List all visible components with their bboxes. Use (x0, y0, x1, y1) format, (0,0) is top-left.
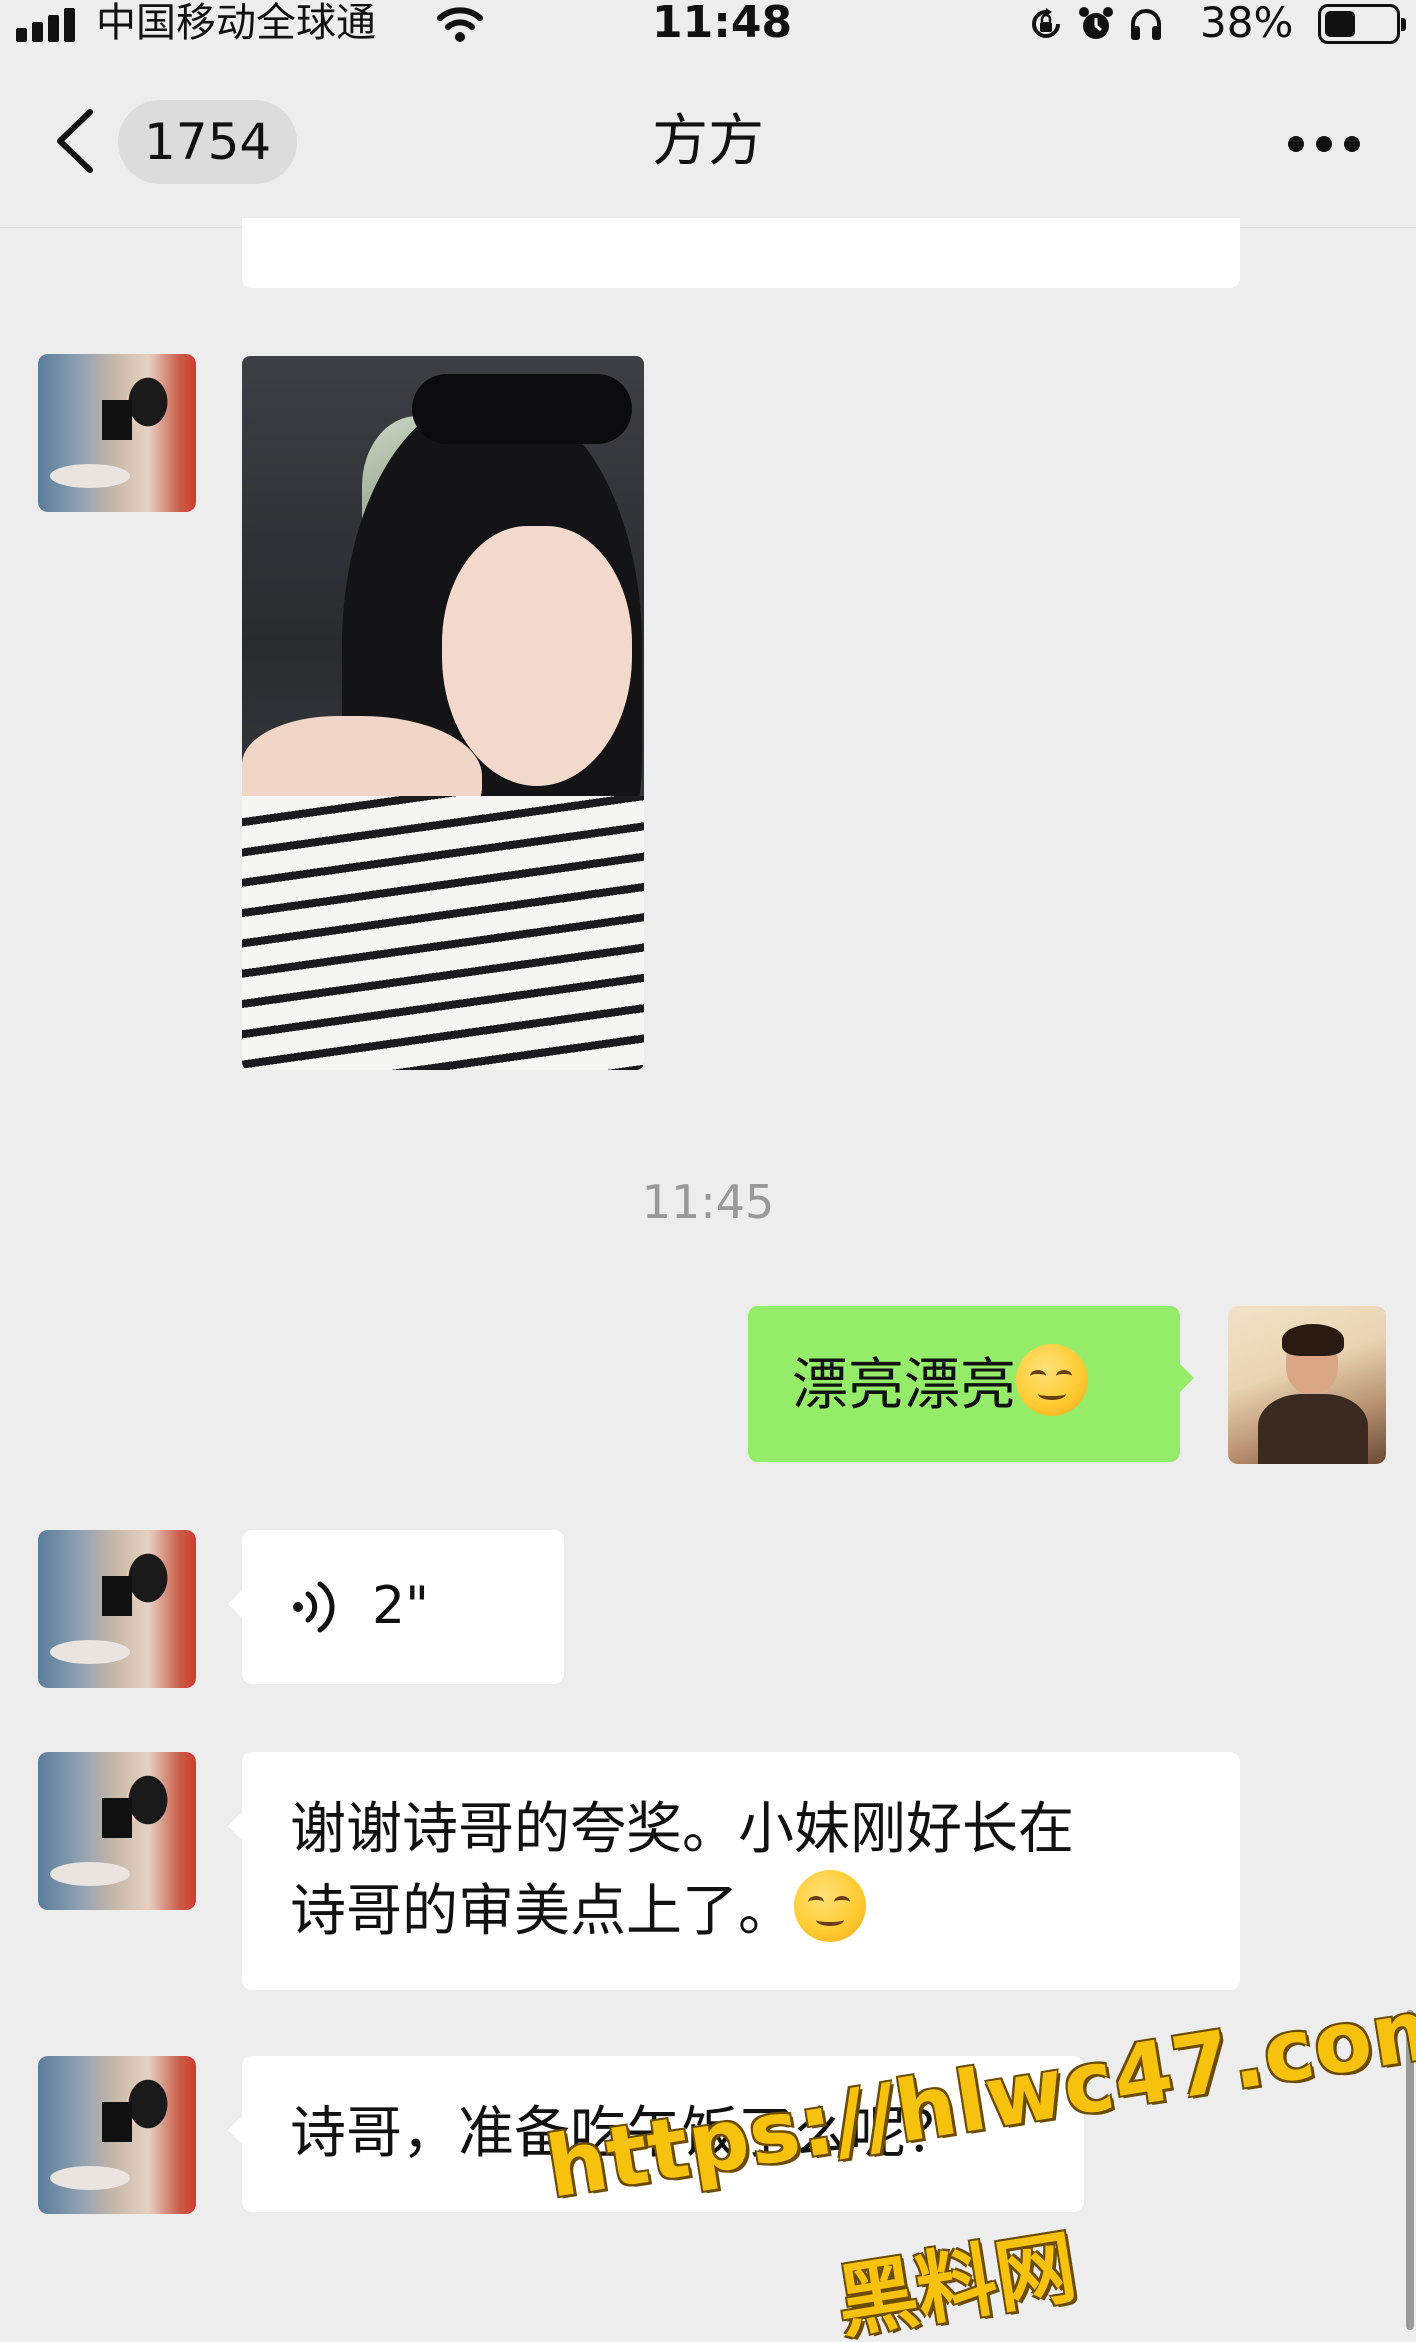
more-icon[interactable] (1288, 136, 1360, 156)
screen-lock-icon (1032, 8, 1060, 38)
headphones-icon (1131, 9, 1161, 40)
contact-avatar[interactable] (38, 354, 196, 512)
status-bar: 中国移动全球通 11:48 38% (0, 0, 1416, 52)
battery-icon (1318, 4, 1406, 44)
message-text: 漂亮漂亮 (792, 1353, 1016, 1418)
chat-title: 方方 (652, 109, 764, 174)
scrollbar[interactable] (1406, 2010, 1414, 2330)
sent-message-bubble[interactable]: 漂亮漂亮 (748, 1306, 1194, 1462)
wifi-icon (437, 7, 483, 42)
voice-message-bubble[interactable]: 2" (228, 1530, 564, 1684)
image-message[interactable] (242, 356, 644, 1070)
message-bubble-partial[interactable] (242, 218, 1240, 288)
signal-icon (16, 8, 80, 42)
contact-avatar[interactable] (38, 1752, 196, 1910)
battery-percent: 38% (1200, 0, 1294, 47)
voice-wave-icon (293, 1581, 335, 1633)
smiling-face-emoji-icon (1016, 1344, 1088, 1416)
watermark-site-name: 黑料网 (830, 2220, 1083, 2342)
time-divider: 11:45 (641, 1175, 775, 1229)
alarm-icon (1079, 7, 1113, 39)
message-text-line: 诗哥的审美点上了。 (290, 1879, 794, 1944)
my-avatar[interactable] (1228, 1306, 1386, 1464)
message-text-line: 谢谢诗哥的夸奖。小妹刚好长在 (290, 1797, 1074, 1862)
status-time: 11:48 (652, 0, 793, 48)
voice-duration: 2" (372, 1576, 430, 1636)
contact-avatar[interactable] (38, 1530, 196, 1688)
received-message-bubble[interactable]: 谢谢诗哥的夸奖。小妹刚好长在 诗哥的审美点上了。 (228, 1752, 1240, 1990)
chat-header: 1754 方方 (0, 52, 1416, 228)
contact-avatar[interactable] (38, 2056, 196, 2214)
shy-smile-emoji-icon (794, 1870, 866, 1942)
message-text: 诗哥，准备吃午饭了么呢？ (290, 2101, 962, 2166)
received-message-bubble[interactable]: 诗哥，准备吃午饭了么呢？ (228, 2056, 1084, 2212)
carrier-name: 中国移动全球通 (96, 0, 376, 46)
